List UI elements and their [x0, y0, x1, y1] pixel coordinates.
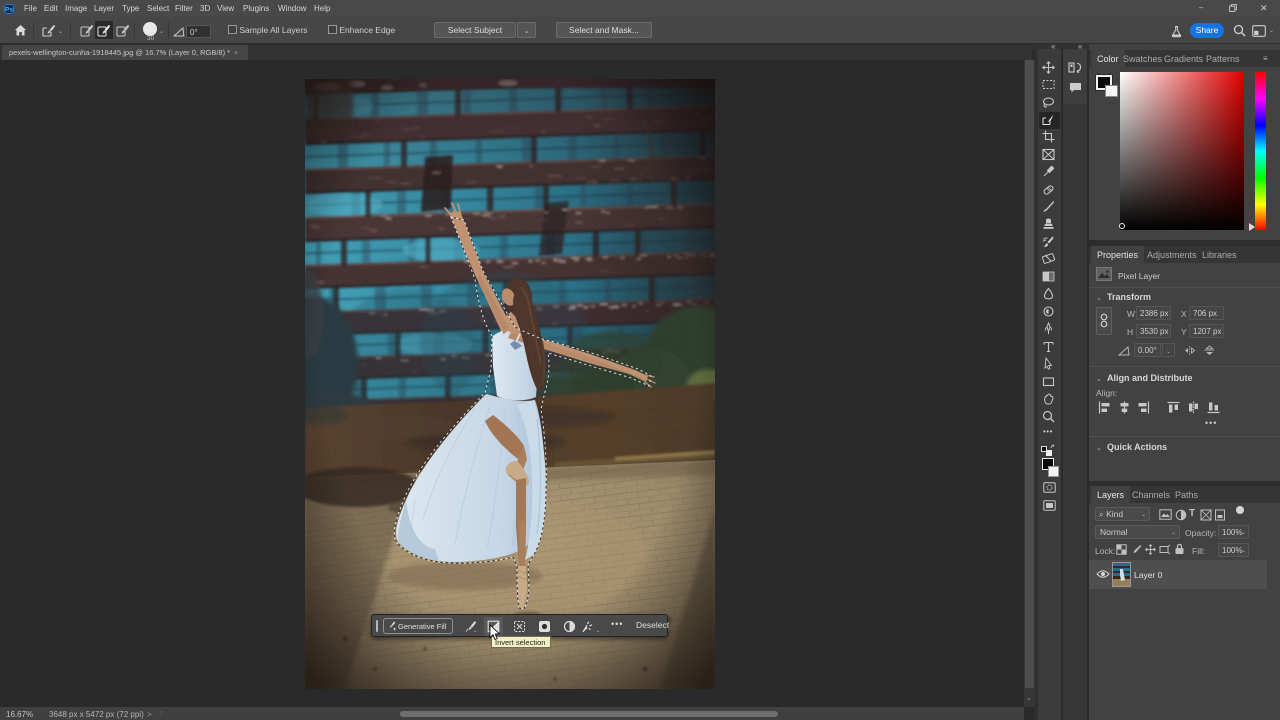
svg-text:Ps: Ps — [5, 6, 13, 13]
